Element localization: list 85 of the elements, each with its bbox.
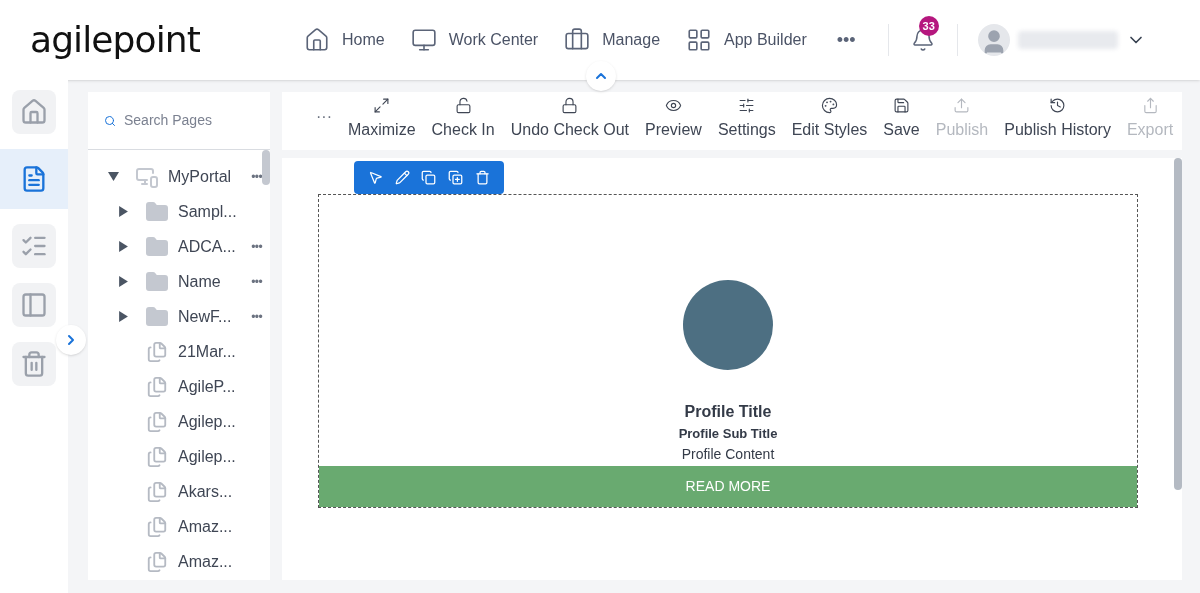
avatar[interactable] — [977, 24, 1010, 56]
rail-button[interactable] — [12, 90, 56, 134]
edit-icon[interactable] — [394, 170, 410, 185]
tree-item[interactable]: Agilep... — [178, 444, 236, 469]
toolbar-button[interactable]: Preview — [644, 97, 702, 142]
delete-icon[interactable] — [475, 170, 491, 185]
rail-button[interactable] — [0, 149, 68, 209]
toolbar-button[interactable]: Edit Styles — [791, 97, 868, 142]
caret-right-icon[interactable] — [118, 241, 129, 252]
grid-icon — [686, 27, 713, 53]
rail-button[interactable] — [12, 342, 56, 386]
tree-item[interactable]: Sampl... — [178, 199, 237, 224]
select-icon[interactable] — [367, 170, 383, 185]
tree-item[interactable]: MyPortal — [168, 164, 232, 189]
toolbar-button[interactable]: Settings — [717, 97, 776, 142]
profile-content: Profile Content — [681, 444, 775, 464]
tree-item[interactable]: AgileP... — [178, 374, 236, 399]
search-field[interactable]: Search Pages — [124, 110, 254, 131]
home-icon — [304, 27, 330, 53]
unlock-icon — [454, 97, 472, 114]
more-icon[interactable]: ••• — [251, 237, 262, 256]
collapse-button[interactable] — [586, 61, 616, 91]
tree-item[interactable]: Akars... — [178, 479, 233, 504]
folder-icon — [145, 304, 169, 329]
tree-item[interactable]: Amaz... — [178, 514, 233, 539]
pages-icon — [146, 375, 168, 398]
caret-right-icon[interactable] — [118, 206, 129, 217]
duplicate-icon[interactable] — [448, 170, 464, 185]
folder-icon — [145, 234, 169, 259]
pages-icon — [146, 550, 168, 573]
tree-item[interactable]: ADCA... — [178, 234, 236, 259]
nav-link[interactable]: App Builder — [686, 27, 807, 53]
toolbar-button[interactable]: Save — [883, 97, 920, 142]
panel-icon — [20, 291, 48, 319]
caret-right-icon[interactable] — [118, 311, 129, 322]
folder-icon — [145, 199, 169, 224]
more-icon[interactable]: ••• — [251, 272, 262, 291]
copy-icon[interactable] — [421, 170, 437, 185]
nav-link[interactable]: Work Center — [410, 27, 539, 53]
toolbar-button[interactable]: Check In — [431, 97, 495, 142]
tree-item[interactable]: Agilep... — [178, 409, 236, 434]
rail-button[interactable] — [12, 283, 56, 327]
logo[interactable]: agilepoint — [30, 13, 290, 67]
toolbar-button[interactable]: Undo Check Out — [510, 97, 629, 142]
home-icon — [20, 98, 48, 126]
caret-down-icon[interactable] — [108, 171, 119, 182]
tree-item[interactable]: NewF... — [178, 304, 232, 329]
bell-icon[interactable] — [910, 28, 935, 52]
scrollbar[interactable] — [1174, 158, 1182, 490]
history-icon — [1049, 97, 1067, 114]
pages-icon — [146, 410, 168, 433]
trash-icon — [20, 350, 48, 378]
caret-right-icon[interactable] — [118, 276, 129, 287]
profile-subtitle: Profile Sub Title — [678, 425, 778, 443]
profile-title: Profile Title — [684, 402, 772, 422]
tree-item[interactable]: Amaz... — [178, 549, 233, 574]
monitor-icon — [410, 27, 437, 53]
pages-icon — [146, 515, 168, 538]
eye-icon — [664, 97, 682, 114]
rail-button[interactable] — [12, 224, 56, 268]
pages-icon — [146, 340, 168, 363]
scrollbar[interactable] — [262, 150, 270, 185]
sliders-icon — [738, 97, 756, 114]
save-icon — [893, 97, 910, 114]
pages-icon — [146, 445, 168, 468]
profile-card[interactable]: Profile Title Profile Sub Title Profile Content READ MORE — [318, 194, 1138, 508]
more-icon[interactable]: ••• — [251, 167, 262, 186]
nav-link[interactable]: Home — [304, 27, 385, 53]
lock-icon — [561, 97, 579, 114]
tree-item[interactable]: 21Mar... — [178, 339, 236, 364]
maximize-icon — [373, 97, 391, 114]
palette-icon — [821, 97, 838, 114]
toolbar-button[interactable]: Maximize — [348, 97, 416, 142]
more-icon[interactable]: ••• — [251, 307, 262, 326]
tree-item[interactable]: Name — [178, 269, 221, 294]
expand-button[interactable] — [56, 325, 86, 355]
folder-icon — [145, 269, 169, 294]
pages-icon — [146, 480, 168, 503]
more-button[interactable]: ··· — [316, 105, 332, 129]
more-button[interactable]: ••• — [836, 26, 856, 54]
nav-link[interactable]: Manage — [564, 27, 661, 53]
export-icon — [1141, 97, 1159, 114]
notification-badge: 33 — [918, 16, 939, 36]
upload-icon — [953, 97, 971, 114]
toolbar-button[interactable]: Publish History — [1004, 97, 1111, 142]
